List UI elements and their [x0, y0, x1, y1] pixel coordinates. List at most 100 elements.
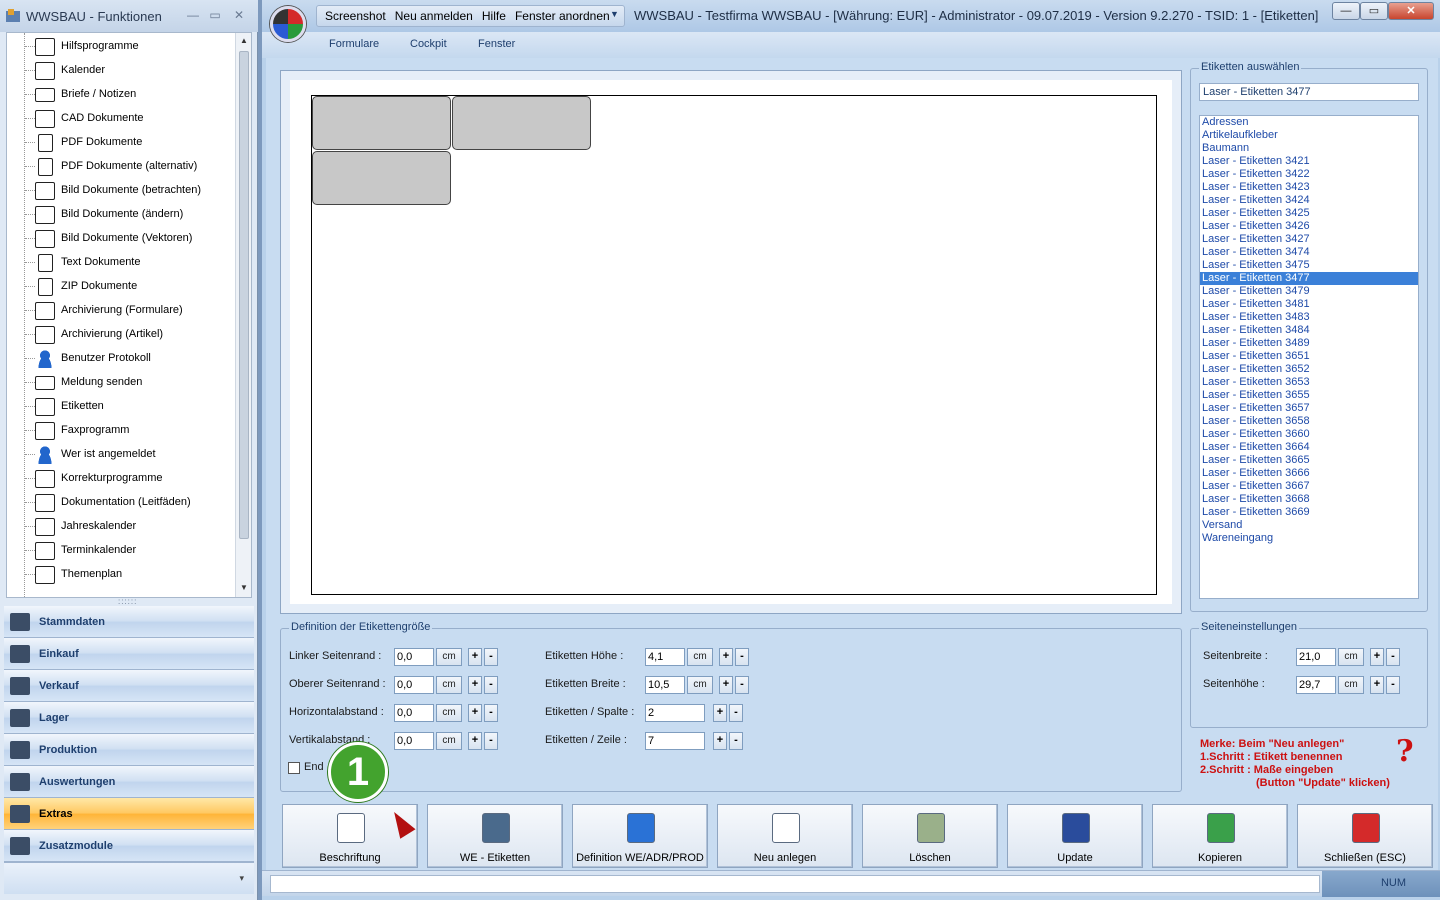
list-item[interactable]: Laser - Etiketten 3669 — [1200, 506, 1418, 519]
qat-arrange[interactable]: Fenster anordnen — [515, 9, 610, 23]
list-item[interactable]: Laser - Etiketten 3479 — [1200, 285, 1418, 298]
list-item[interactable]: Laser - Etiketten 3666 — [1200, 467, 1418, 480]
nav-stammdaten[interactable]: Stammdaten — [4, 606, 254, 638]
field-input[interactable]: 10,5 — [645, 676, 685, 694]
qat-help[interactable]: Hilfe — [482, 9, 506, 23]
decrement-button[interactable]: - — [1386, 676, 1400, 694]
nav-produktion[interactable]: Produktion — [4, 734, 254, 766]
increment-button[interactable]: + — [468, 648, 482, 666]
list-item[interactable]: Laser - Etiketten 3422 — [1200, 168, 1418, 181]
increment-button[interactable]: + — [468, 676, 482, 694]
increment-button[interactable]: + — [468, 732, 482, 750]
tree-item[interactable]: Meldung senden — [7, 371, 237, 395]
list-item[interactable]: Baumann — [1200, 142, 1418, 155]
label-list[interactable]: Adressen Artikelaufkleber Baumann Laser - E… — [1199, 115, 1419, 599]
toolbar-button-5[interactable]: Update — [1007, 804, 1143, 868]
list-item[interactable]: Laser - Etiketten 3484 — [1200, 324, 1418, 337]
tree-item[interactable]: Jahreskalender — [7, 515, 237, 539]
field-input[interactable]: 21,0 — [1296, 648, 1336, 666]
scroll-thumb[interactable] — [239, 51, 249, 539]
list-item[interactable]: Laser - Etiketten 3425 — [1200, 207, 1418, 220]
menu-formulare[interactable]: Formulare — [329, 38, 379, 50]
list-item[interactable]: Laser - Etiketten 3474 — [1200, 246, 1418, 259]
list-item[interactable]: Laser - Etiketten 3421 — [1200, 155, 1418, 168]
minimize-button[interactable]: — — [182, 6, 204, 24]
list-item[interactable]: Laser - Etiketten 3477 — [1200, 272, 1418, 285]
tree-item[interactable]: Kalender — [7, 59, 237, 83]
nav-footer[interactable]: ▾ — [4, 862, 254, 894]
tree-item[interactable]: Terminkalender — [7, 539, 237, 563]
list-item[interactable]: Laser - Etiketten 3660 — [1200, 428, 1418, 441]
main-close-button[interactable]: ✕ — [1388, 2, 1434, 20]
tree-item[interactable]: ZIP Dokumente — [7, 275, 237, 299]
tree-item[interactable]: CAD Dokumente — [7, 107, 237, 131]
label-name-field[interactable]: Laser - Etiketten 3477 — [1199, 83, 1419, 101]
field-input[interactable]: 0,0 — [394, 676, 434, 694]
qat-relogin[interactable]: Neu anmelden — [395, 9, 473, 23]
increment-button[interactable]: + — [713, 732, 727, 750]
chevron-down-icon[interactable]: ▾ — [239, 873, 244, 884]
list-item[interactable]: Versand — [1200, 519, 1418, 532]
list-item[interactable]: Artikelaufkleber — [1200, 129, 1418, 142]
menu-fenster[interactable]: Fenster — [478, 38, 515, 50]
field-input[interactable]: 0,0 — [394, 704, 434, 722]
increment-button[interactable]: + — [719, 648, 733, 666]
tree-item[interactable]: Benutzer Protokoll — [7, 347, 237, 371]
toolbar-button-6[interactable]: Kopieren — [1152, 804, 1288, 868]
decrement-button[interactable]: - — [484, 732, 498, 750]
nav-auswertungen[interactable]: Auswertungen — [4, 766, 254, 798]
toolbar-button-2[interactable]: Definition WE/ADR/PROD — [572, 804, 708, 868]
field-input[interactable]: 29,7 — [1296, 676, 1336, 694]
decrement-button[interactable]: - — [484, 704, 498, 722]
list-item[interactable]: Laser - Etiketten 3481 — [1200, 298, 1418, 311]
list-item[interactable]: Laser - Etiketten 3475 — [1200, 259, 1418, 272]
list-item[interactable]: Laser - Etiketten 3483 — [1200, 311, 1418, 324]
tree-item[interactable]: Archivierung (Formulare) — [7, 299, 237, 323]
nav-lager[interactable]: Lager — [4, 702, 254, 734]
list-item[interactable]: Laser - Etiketten 3668 — [1200, 493, 1418, 506]
tree-item[interactable]: Text Dokumente — [7, 251, 237, 275]
list-item[interactable]: Laser - Etiketten 3657 — [1200, 402, 1418, 415]
tree-item[interactable]: Faxprogramm — [7, 419, 237, 443]
decrement-button[interactable]: - — [484, 648, 498, 666]
list-item[interactable]: Adressen — [1200, 116, 1418, 129]
end-checkbox[interactable] — [288, 762, 300, 774]
nav-verkauf[interactable]: Verkauf — [4, 670, 254, 702]
main-minimize-button[interactable]: — — [1332, 2, 1360, 20]
qat-screenshot[interactable]: Screenshot — [325, 9, 386, 23]
tree-item[interactable]: Briefe / Notizen — [7, 83, 237, 107]
decrement-button[interactable]: - — [735, 676, 749, 694]
decrement-button[interactable]: - — [735, 648, 749, 666]
app-orb-button[interactable] — [270, 6, 306, 42]
increment-button[interactable]: + — [1370, 648, 1384, 666]
increment-button[interactable]: + — [1370, 676, 1384, 694]
toolbar-button-4[interactable]: Löschen — [862, 804, 998, 868]
tree-item[interactable]: Hilfsprogramme — [7, 35, 237, 59]
list-item[interactable]: Laser - Etiketten 3652 — [1200, 363, 1418, 376]
main-maximize-button[interactable]: ▭ — [1360, 2, 1388, 20]
tree-item[interactable]: Bild Dokumente (ändern) — [7, 203, 237, 227]
tree-item[interactable]: Wer ist angemeldet — [7, 443, 237, 467]
tree-item[interactable]: PDF Dokumente — [7, 131, 237, 155]
nav-zusatzmodule[interactable]: Zusatzmodule — [4, 830, 254, 862]
close-button[interactable]: ✕ — [228, 6, 250, 24]
toolbar-button-3[interactable]: Neu anlegen — [717, 804, 853, 868]
list-item[interactable]: Laser - Etiketten 3651 — [1200, 350, 1418, 363]
tree-item[interactable]: Bild Dokumente (Vektoren) — [7, 227, 237, 251]
increment-button[interactable]: + — [719, 676, 733, 694]
tree-item[interactable]: Archivierung (Artikel) — [7, 323, 237, 347]
tree-item[interactable]: PDF Dokumente (alternativ) — [7, 155, 237, 179]
field-input[interactable]: 0,0 — [394, 648, 434, 666]
list-item[interactable]: Laser - Etiketten 3664 — [1200, 441, 1418, 454]
scroll-up-icon[interactable]: ▲ — [236, 33, 251, 49]
toolbar-button-1[interactable]: WE - Etiketten — [427, 804, 563, 868]
increment-button[interactable]: + — [468, 704, 482, 722]
list-item[interactable]: Laser - Etiketten 3426 — [1200, 220, 1418, 233]
splitter-grip[interactable]: :::::: — [118, 597, 137, 606]
tree-item[interactable]: Korrekturprogramme — [7, 467, 237, 491]
increment-button[interactable]: + — [713, 704, 727, 722]
list-item[interactable]: Laser - Etiketten 3665 — [1200, 454, 1418, 467]
menu-cockpit[interactable]: Cockpit — [410, 38, 447, 50]
maximize-button[interactable]: ▭ — [204, 6, 226, 24]
list-item[interactable]: Laser - Etiketten 3653 — [1200, 376, 1418, 389]
